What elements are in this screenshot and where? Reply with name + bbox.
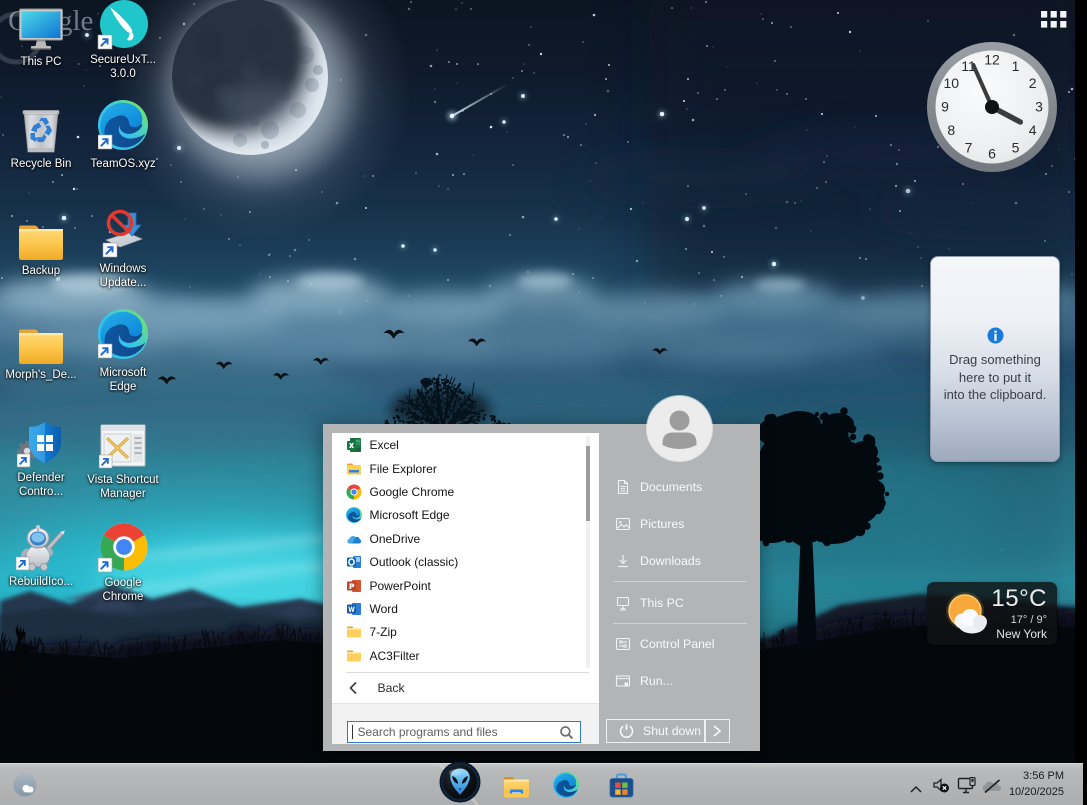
svg-text:8: 8 — [947, 122, 955, 138]
svg-text:2: 2 — [1029, 75, 1037, 91]
svg-text:3: 3 — [1035, 99, 1043, 115]
svg-text:5: 5 — [1012, 139, 1020, 155]
svg-text:9: 9 — [941, 99, 949, 115]
svg-text:7: 7 — [965, 139, 973, 155]
svg-text:4: 4 — [1029, 122, 1037, 138]
svg-text:1: 1 — [1012, 58, 1020, 74]
svg-text:12: 12 — [984, 52, 1000, 68]
svg-text:10: 10 — [944, 75, 960, 91]
svg-text:6: 6 — [988, 146, 996, 162]
